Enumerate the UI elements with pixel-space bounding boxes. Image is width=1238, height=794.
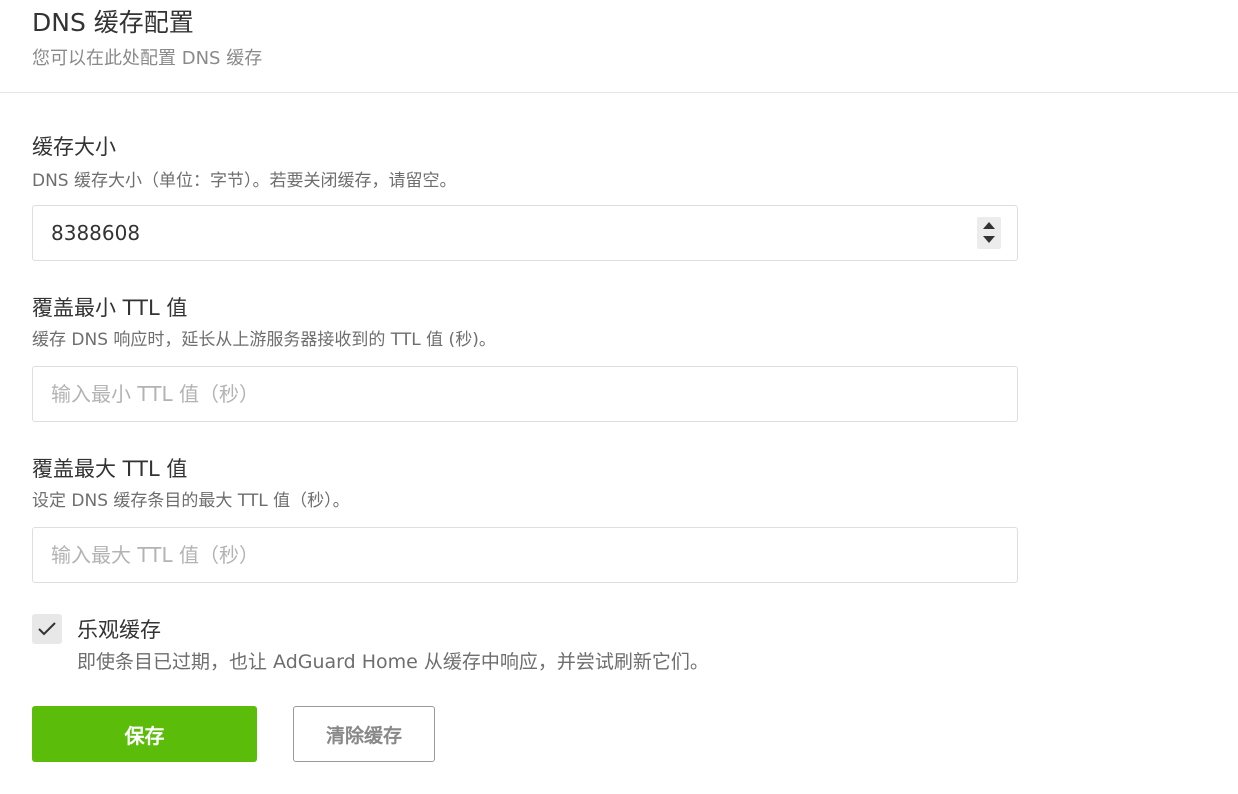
max-ttl-field [32, 527, 1018, 583]
cache-size-field [32, 205, 1018, 261]
clear-cache-button[interactable]: 清除缓存 [293, 706, 435, 762]
page-title: DNS 缓存配置 [32, 8, 194, 37]
page-subtitle: 您可以在此处配置 DNS 缓存 [32, 48, 263, 69]
cache-size-label: 缓存大小 [32, 135, 116, 159]
min-ttl-field [32, 366, 1018, 422]
triangle-up-icon [983, 222, 995, 229]
cache-size-stepper[interactable] [977, 217, 1001, 249]
page-header: DNS 缓存配置 您可以在此处配置 DNS 缓存 [0, 0, 1238, 93]
max-ttl-description: 设定 DNS 缓存条目的最大 TTL 值（秒）。 [32, 491, 350, 511]
optimistic-cache-description: 即使条目已过期，也让 AdGuard Home 从缓存中响应，并尝试刷新它们。 [77, 651, 709, 673]
max-ttl-label: 覆盖最大 TTL 值 [32, 457, 188, 481]
min-ttl-description: 缓存 DNS 响应时，延长从上游服务器接收到的 TTL 值 (秒)。 [32, 330, 496, 350]
cache-size-input[interactable] [33, 206, 933, 260]
max-ttl-input[interactable] [33, 528, 933, 582]
min-ttl-label: 覆盖最小 TTL 值 [32, 296, 188, 320]
optimistic-cache-checkbox[interactable] [32, 614, 62, 644]
save-button[interactable]: 保存 [32, 706, 257, 762]
cache-size-description: DNS 缓存大小（单位：字节）。若要关闭缓存，请留空。 [32, 171, 457, 191]
checkmark-icon [38, 622, 56, 636]
optimistic-cache-label[interactable]: 乐观缓存 [77, 616, 161, 644]
triangle-down-icon [983, 236, 995, 243]
stepper-down-button[interactable] [977, 233, 1001, 249]
min-ttl-input[interactable] [33, 367, 933, 421]
stepper-up-button[interactable] [977, 217, 1001, 233]
